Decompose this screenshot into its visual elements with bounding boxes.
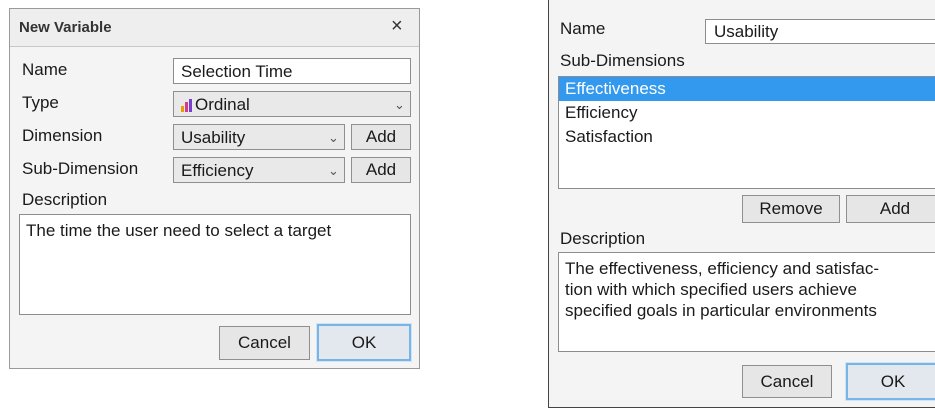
- subdimension-label: Sub-Dimension: [22, 159, 139, 178]
- add-button[interactable]: Add: [846, 195, 935, 223]
- name-label: Name: [560, 19, 606, 38]
- new-variable-dialog: New Variable × Name Selection Time Type …: [9, 8, 420, 369]
- description-label: Description: [22, 190, 108, 209]
- dialog-title: New Variable: [19, 19, 112, 36]
- name-input-value: Usability: [714, 22, 779, 41]
- description-line: specified goals in particular environmen…: [565, 301, 877, 320]
- description-textarea[interactable]: The time the user need to select a targe…: [19, 214, 411, 315]
- list-item[interactable]: Effectiveness: [559, 77, 935, 101]
- name-input-value: Selection Time: [181, 62, 293, 81]
- dialog-titlebar: New Variable ×: [10, 9, 419, 47]
- ordinal-chart-icon: [181, 98, 193, 116]
- subdimension-select-value: Efficiency: [181, 161, 254, 180]
- description-textarea[interactable]: The effectiveness, efficiency and satisf…: [558, 252, 935, 352]
- name-input[interactable]: Usability: [705, 19, 935, 44]
- chevron-down-icon: ⌄: [328, 163, 339, 178]
- dimension-select[interactable]: Usability ⌄: [173, 124, 345, 150]
- description-line: The effectiveness, efficiency and satisf…: [565, 259, 880, 278]
- subdimensions-label: Sub-Dimensions: [560, 51, 685, 70]
- dimension-label: Dimension: [22, 126, 103, 145]
- description-label: Description: [560, 229, 646, 248]
- chevron-down-icon: ⌄: [328, 130, 339, 145]
- list-item[interactable]: Satisfaction: [559, 125, 935, 149]
- ok-button[interactable]: OK: [846, 363, 935, 400]
- cancel-button[interactable]: Cancel: [742, 365, 832, 398]
- name-input[interactable]: Selection Time: [173, 58, 411, 84]
- close-icon[interactable]: ×: [391, 16, 403, 36]
- cancel-button[interactable]: Cancel: [219, 326, 310, 360]
- dimension-dialog: Name Usability Sub-Dimensions Effectiven…: [548, 0, 935, 408]
- subdimensions-list[interactable]: Effectiveness Efficiency Satisfaction: [558, 76, 935, 189]
- type-select[interactable]: Ordinal ⌄: [173, 91, 411, 117]
- dimension-select-value: Usability: [181, 128, 246, 147]
- remove-button[interactable]: Remove: [742, 195, 840, 223]
- list-item[interactable]: Efficiency: [559, 101, 935, 125]
- subdimension-select[interactable]: Efficiency ⌄: [173, 157, 345, 183]
- type-select-value: Ordinal: [195, 95, 250, 114]
- add-subdimension-button[interactable]: Add: [351, 157, 411, 183]
- ok-button[interactable]: OK: [317, 324, 411, 361]
- add-dimension-button[interactable]: Add: [351, 124, 411, 150]
- name-label: Name: [22, 60, 68, 79]
- description-line: tion with which specified users achieve: [565, 280, 857, 299]
- chevron-down-icon: ⌄: [394, 97, 405, 112]
- type-label: Type: [22, 93, 59, 112]
